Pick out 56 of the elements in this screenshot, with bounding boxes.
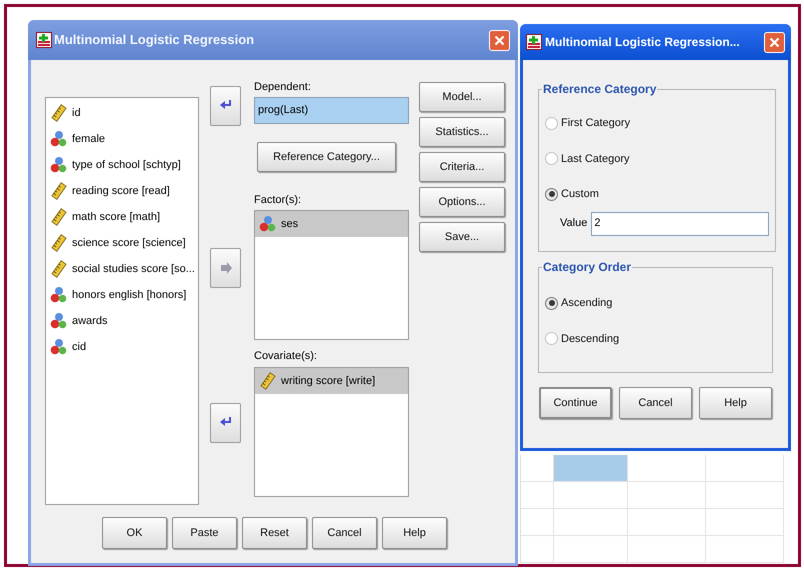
dialog-button[interactable]: Reset (242, 517, 307, 549)
close-icon (769, 36, 780, 48)
dialog-button[interactable]: Statistics... (419, 117, 505, 147)
dialog-button[interactable]: Criteria... (419, 152, 505, 182)
radio-button[interactable]: Custom (545, 186, 770, 202)
dialog-button[interactable]: Options... (419, 187, 505, 217)
dialog-button[interactable]: Cancel (312, 517, 377, 549)
field-label: Dependent: (254, 80, 312, 95)
dialog-button[interactable]: Help (699, 387, 772, 419)
move-arrow-button[interactable] (210, 403, 241, 443)
circles-icon (50, 312, 68, 330)
list-item[interactable]: reading score [read] (46, 178, 198, 204)
circles-icon (259, 215, 277, 233)
radio-button[interactable]: Last Category (545, 150, 770, 167)
value-field[interactable]: 2 (591, 212, 770, 236)
list-item[interactable]: cid (46, 334, 198, 360)
group-title: Reference Category (542, 81, 658, 98)
list-item[interactable]: ses (255, 211, 408, 237)
dialog-button[interactable]: Reference Category... (257, 142, 396, 172)
dialog-button[interactable]: Save... (419, 222, 505, 252)
dialog-button[interactable]: OK (102, 517, 167, 549)
list-item[interactable]: science score [science] (46, 230, 198, 256)
group-title: Category Order (542, 259, 632, 276)
dialog-button[interactable]: Help (382, 517, 447, 549)
list-item[interactable]: honors english [honors] (46, 282, 198, 308)
dialog-button[interactable]: Paste (172, 517, 237, 549)
circles-icon (50, 286, 68, 304)
list-item[interactable]: female (46, 126, 198, 152)
close-button[interactable] (489, 30, 510, 50)
list-item[interactable]: id (46, 100, 198, 126)
radio-button[interactable]: Descending (545, 330, 766, 347)
window-title: Multinomial Logistic Regression... (545, 34, 741, 51)
list-item[interactable]: writing score [write] (255, 368, 408, 394)
dialog-button[interactable]: Cancel (619, 387, 692, 419)
circles-icon (50, 338, 68, 356)
window-title: Multinomial Logistic Regression (54, 31, 256, 50)
arrow-icon (218, 261, 232, 275)
close-icon (494, 34, 505, 46)
app-icon (36, 32, 52, 48)
dependent-field[interactable]: prog(Last) (254, 97, 409, 124)
list-item[interactable]: social studies score [so... (46, 256, 198, 282)
list-item[interactable]: awards (46, 308, 198, 334)
circles-icon (50, 130, 68, 148)
list-item[interactable]: math score [math] (46, 204, 198, 230)
app-icon (526, 34, 542, 50)
dialog-button[interactable]: Model... (419, 82, 505, 112)
list-item[interactable]: type of school [schtyp] (46, 152, 198, 178)
dialog-button[interactable]: Continue (539, 387, 612, 419)
field-label: Factor(s): (254, 193, 302, 208)
move-arrow-button[interactable] (210, 86, 241, 126)
radio-button[interactable]: Ascending (545, 295, 766, 312)
radio-button[interactable]: First Category (545, 115, 770, 132)
field-label: Value (560, 216, 588, 232)
field-label: Covariate(s): (254, 349, 318, 364)
close-button[interactable] (764, 32, 785, 52)
circles-icon (50, 156, 68, 174)
